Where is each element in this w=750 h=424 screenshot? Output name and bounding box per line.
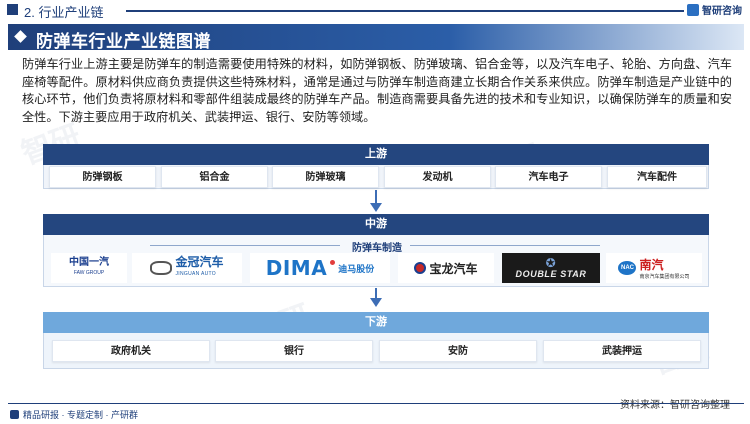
nanjing-name: 南汽 xyxy=(639,258,664,272)
baolong-name: 宝龙汽车 xyxy=(429,261,478,276)
intro-paragraph: 防弹车行业上游主要是防弹车的制造需要使用特殊的材料，如防弹钢板、防弹玻璃、铝合金… xyxy=(22,57,732,124)
upstream-item: 铝合金 xyxy=(161,166,268,188)
downstream-item: 政府机关 xyxy=(52,340,210,362)
flow-arrow-down-icon xyxy=(370,298,382,307)
faw-sub: FAW GROUP xyxy=(73,270,105,276)
section-title: 2. 行业产业链 xyxy=(24,5,104,20)
top-divider xyxy=(126,10,684,12)
brand-logo: 智研咨询 xyxy=(687,2,742,17)
faw-logo: 中国一汽 FAW GROUP xyxy=(51,253,127,283)
nanjing-auto-logo: NAC 南汽 南京汽车集团有限公司 xyxy=(606,253,702,283)
jinguan-emblem-icon xyxy=(150,261,173,275)
dima-name: DIMA xyxy=(265,256,328,280)
footer-divider xyxy=(8,403,744,404)
brand-name: 智研咨询 xyxy=(702,6,742,17)
jinguan-logo-text: 金冠汽车 JINGUAN AUTO xyxy=(175,256,223,280)
sub-divider-right xyxy=(410,245,600,246)
jinguan-logo: 金冠汽车 JINGUAN AUTO xyxy=(132,253,242,283)
footer-logo-icon xyxy=(10,410,19,419)
dima-cn: 迪马股份 xyxy=(338,263,375,274)
nanjing-sub: 南京汽车集团有限公司 xyxy=(639,274,690,280)
flow-arrow-stem xyxy=(375,190,377,204)
downstream-item: 安防 xyxy=(379,340,537,362)
downstream-label: 下游 xyxy=(365,316,387,328)
baolong-emblem-icon xyxy=(414,262,427,274)
upstream-item: 汽车电子 xyxy=(495,166,602,188)
upstream-item: 汽车配件 xyxy=(607,166,707,188)
faw-logo-text: 中国一汽 FAW GROUP xyxy=(69,258,109,278)
top-bar: 2. 行业产业链 智研咨询 xyxy=(0,0,750,20)
sub-divider-left xyxy=(150,245,340,246)
doublestar-star-icon: ✪ xyxy=(545,256,557,270)
upstream-header: 上游 xyxy=(43,144,709,165)
brand-mark-icon xyxy=(687,3,699,16)
footer-tagline: 精品研报 · 专题定制 · 产研群 xyxy=(23,410,138,420)
midstream-sub-label: 防弹车制造 xyxy=(352,243,402,254)
midstream-header: 中游 xyxy=(43,214,709,235)
nanjing-logo-text: 南汽 南京汽车集团有限公司 xyxy=(639,256,689,280)
downstream-item: 武装押运 xyxy=(543,340,701,362)
dima-logo: DIMA 迪马股份 xyxy=(250,253,390,283)
nac-badge-icon: NAC xyxy=(618,261,637,275)
downstream-item: 银行 xyxy=(215,340,373,362)
upstream-item: 发动机 xyxy=(384,166,491,188)
doublestar-logo: ✪ DOUBLE STAR xyxy=(502,253,600,283)
midstream-label: 中游 xyxy=(365,218,387,230)
upstream-label: 上游 xyxy=(365,148,387,160)
flow-arrow-down-icon xyxy=(370,203,382,212)
upstream-item: 防弹钢板 xyxy=(49,166,156,188)
diamond-icon xyxy=(14,30,27,43)
baolong-logo: 宝龙汽车 xyxy=(398,253,494,283)
dima-dot-icon xyxy=(330,259,336,265)
downstream-header: 下游 xyxy=(43,312,709,333)
upstream-item: 防弹玻璃 xyxy=(272,166,379,188)
faw-name: 中国一汽 xyxy=(69,257,109,268)
jinguan-sub: JINGUAN AUTO xyxy=(175,271,216,277)
footer-tagline-wrap: 精品研报 · 专题定制 · 产研群 xyxy=(10,408,138,421)
section-square-icon xyxy=(7,4,18,15)
doublestar-name: DOUBLE STAR xyxy=(515,269,587,279)
jinguan-name: 金冠汽车 xyxy=(175,255,224,269)
page-title: 防弹车行业产业链图谱 xyxy=(36,32,211,51)
page-heading-bar: 防弹车行业产业链图谱 xyxy=(8,24,744,51)
